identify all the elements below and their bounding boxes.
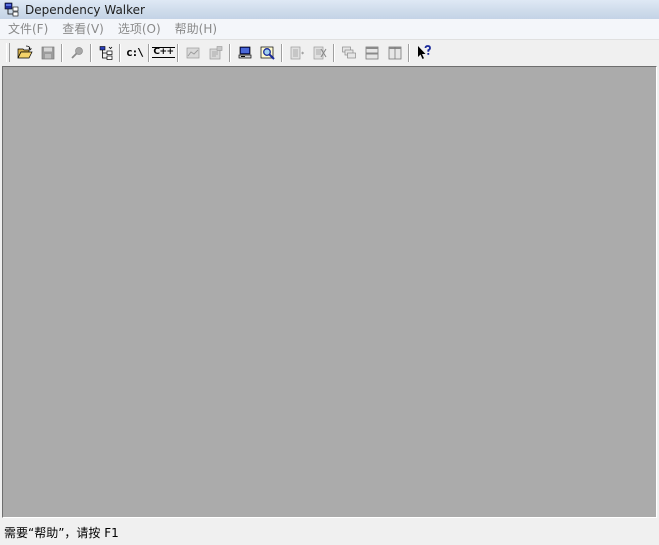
system-info-button[interactable] [233, 42, 256, 64]
cascade-windows-icon [341, 45, 357, 61]
properties-icon [208, 45, 224, 61]
title-bar[interactable]: Dependency Walker [0, 0, 659, 19]
list-expand-icon [289, 45, 305, 61]
toolbar-grip[interactable] [6, 43, 10, 62]
magnifier-icon [260, 45, 276, 61]
open-folder-icon [16, 45, 33, 61]
toolbar-separator [229, 43, 231, 62]
tile-horizontal-button[interactable] [360, 42, 383, 64]
toolbar-separator [119, 43, 121, 62]
tile-horizontal-icon [364, 45, 380, 61]
toolbar-separator [281, 43, 283, 62]
toolbar-separator [148, 43, 150, 62]
collapse-all-button[interactable] [308, 42, 331, 64]
menu-view[interactable]: 查看(V) [55, 19, 111, 40]
find-button[interactable] [256, 42, 279, 64]
menu-help[interactable]: 帮助(H) [168, 19, 224, 40]
status-text: 需要“帮助”，请按 F1 [4, 526, 119, 540]
menu-bar: 文件(F) 查看(V) 选项(O) 帮助(H) [0, 19, 659, 40]
menu-file[interactable]: 文件(F) [0, 19, 55, 40]
expand-all-button[interactable] [285, 42, 308, 64]
mdi-client-area[interactable] [2, 66, 657, 518]
tile-vertical-button[interactable] [383, 42, 406, 64]
c-drive-path-button[interactable]: c:\ [123, 42, 146, 64]
toolbar-separator [408, 43, 410, 62]
copy-button[interactable] [65, 42, 88, 64]
full-paths-button[interactable] [94, 42, 117, 64]
profile-button[interactable] [181, 42, 204, 64]
status-bar: 需要“帮助”，请按 F1 [0, 520, 659, 545]
toolbar: c:\ C++ [0, 40, 659, 65]
toolbar-separator [333, 43, 335, 62]
menu-options[interactable]: 选项(O) [111, 19, 168, 40]
cpp-label: C++ [152, 47, 175, 58]
pin-tool-icon [69, 45, 85, 61]
floppy-disk-icon [40, 45, 56, 61]
module-tree-icon [98, 45, 114, 61]
undecorate-cpp-button[interactable]: C++ [152, 42, 175, 64]
tile-vertical-icon [387, 45, 403, 61]
chart-image-icon [185, 45, 201, 61]
open-button[interactable] [13, 42, 36, 64]
toolbar-separator [177, 43, 179, 62]
cascade-windows-button[interactable] [337, 42, 360, 64]
toolbar-separator [61, 43, 63, 62]
computer-icon [237, 45, 253, 61]
list-collapse-icon [312, 45, 328, 61]
help-pointer-icon [416, 44, 432, 61]
save-button[interactable] [36, 42, 59, 64]
toolbar-separator [90, 43, 92, 62]
c-drive-path-label: c:\ [126, 46, 144, 59]
properties-button[interactable] [204, 42, 227, 64]
context-help-button[interactable] [412, 42, 435, 64]
window-title: Dependency Walker [25, 2, 145, 17]
dependency-walker-app-icon [4, 2, 20, 18]
